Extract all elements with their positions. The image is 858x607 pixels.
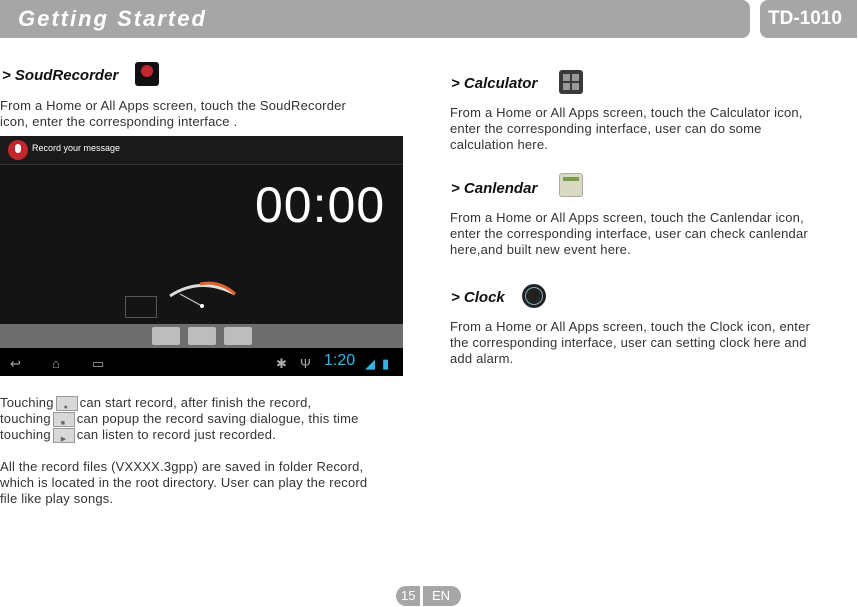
touch-line-3: touching ▶ can listen to record just recor… [0, 427, 276, 444]
language-label: EN [432, 588, 451, 603]
record-button[interactable] [152, 327, 180, 345]
recorder-desc-line-1: From a Home or All Apps screen, touch th… [0, 98, 347, 113]
calculator-icon [559, 70, 583, 94]
page-number: 15 [401, 588, 416, 603]
model-label: TD-1010 [768, 8, 842, 29]
usb-icon: Ψ [300, 356, 311, 371]
calendar-icon [559, 173, 583, 197]
touch-line-3-start: touching [0, 427, 51, 442]
android-icon: ✱ [276, 356, 287, 371]
touch-line-1-start: Touching [0, 395, 54, 410]
files-line-2: which is located in the root directory. … [0, 475, 368, 490]
touch-line-2: touching ■ can popup the record saving dia… [0, 411, 359, 428]
wifi-icon: ◢ [365, 356, 375, 371]
play-button[interactable] [188, 327, 216, 345]
recorder-heading: > SoudRecorder [2, 67, 119, 84]
home-icon[interactable]: ⌂ [52, 356, 60, 371]
back-icon[interactable]: ↩ [10, 356, 21, 372]
calendar-heading: > Canlendar [451, 180, 538, 197]
touch-line-2-start: touching [0, 411, 51, 426]
sound-recorder-icon [135, 62, 159, 86]
calendar-desc-line-3: here,and built new event here. [450, 242, 631, 257]
clock-desc-line-3: add alarm. [450, 351, 514, 366]
recorder-controls [0, 324, 403, 348]
calculator-desc-line-1: From a Home or All Apps screen, touch th… [450, 105, 803, 120]
recent-apps-icon[interactable]: ▭ [92, 356, 104, 372]
level-meter [169, 281, 237, 308]
record-button-icon: ● [55, 396, 78, 412]
clock-desc-line-2: the corresponding interface, user can se… [450, 335, 807, 350]
touch-line-3-end: can listen to record just recorded. [76, 427, 276, 442]
calculator-heading: > Calculator [451, 75, 538, 92]
files-line-3: file like play songs. [0, 491, 114, 506]
touch-line-1-end: can start record, after finish the recor… [79, 395, 312, 410]
clock-icon [522, 284, 546, 308]
touch-line-2-end: can popup the record saving dialogue, th… [76, 411, 359, 426]
recorder-title-bar: Record your message [0, 136, 403, 165]
recorder-desc-line-2: icon, enter the corresponding interface … [0, 114, 238, 129]
clock-desc-line-1: From a Home or All Apps screen, touch th… [450, 319, 811, 334]
page-number-badge: 15 [396, 586, 420, 606]
clock-heading: > Clock [451, 289, 505, 306]
stop-button-icon: ■ [52, 412, 75, 428]
files-line-1: All the record files (VXXXX.3gpp) are sa… [0, 459, 364, 474]
language-badge: EN [423, 586, 461, 606]
calculator-desc-line-2: enter the corresponding interface, user … [450, 121, 762, 136]
microphone-icon [8, 140, 28, 160]
page-title: Getting Started [18, 6, 207, 31]
android-nav-bar: ↩ ⌂ ▭ ✱ Ψ 1:20 ◢ ▮ [0, 348, 403, 376]
calculator-desc-line-3: calculation here. [450, 137, 549, 152]
status-time: 1:20 [324, 352, 356, 369]
signal-icon: ▮ [382, 356, 390, 371]
calendar-desc-line-2: enter the corresponding interface, user … [450, 226, 808, 241]
touch-line-1: Touching ● can start record, after finish … [0, 395, 312, 412]
recorder-screenshot: Record your message 00:00 ↩ ⌂ ▭ ✱ Ψ 1:20… [0, 136, 403, 376]
play-button-icon: ▶ [52, 428, 75, 444]
stop-button[interactable] [224, 327, 252, 345]
calendar-desc-line-1: From a Home or All Apps screen, touch th… [450, 210, 804, 225]
recorder-title: Record your message [32, 143, 121, 153]
placeholder-box [125, 296, 157, 318]
recorder-timer: 00:00 [255, 177, 386, 233]
